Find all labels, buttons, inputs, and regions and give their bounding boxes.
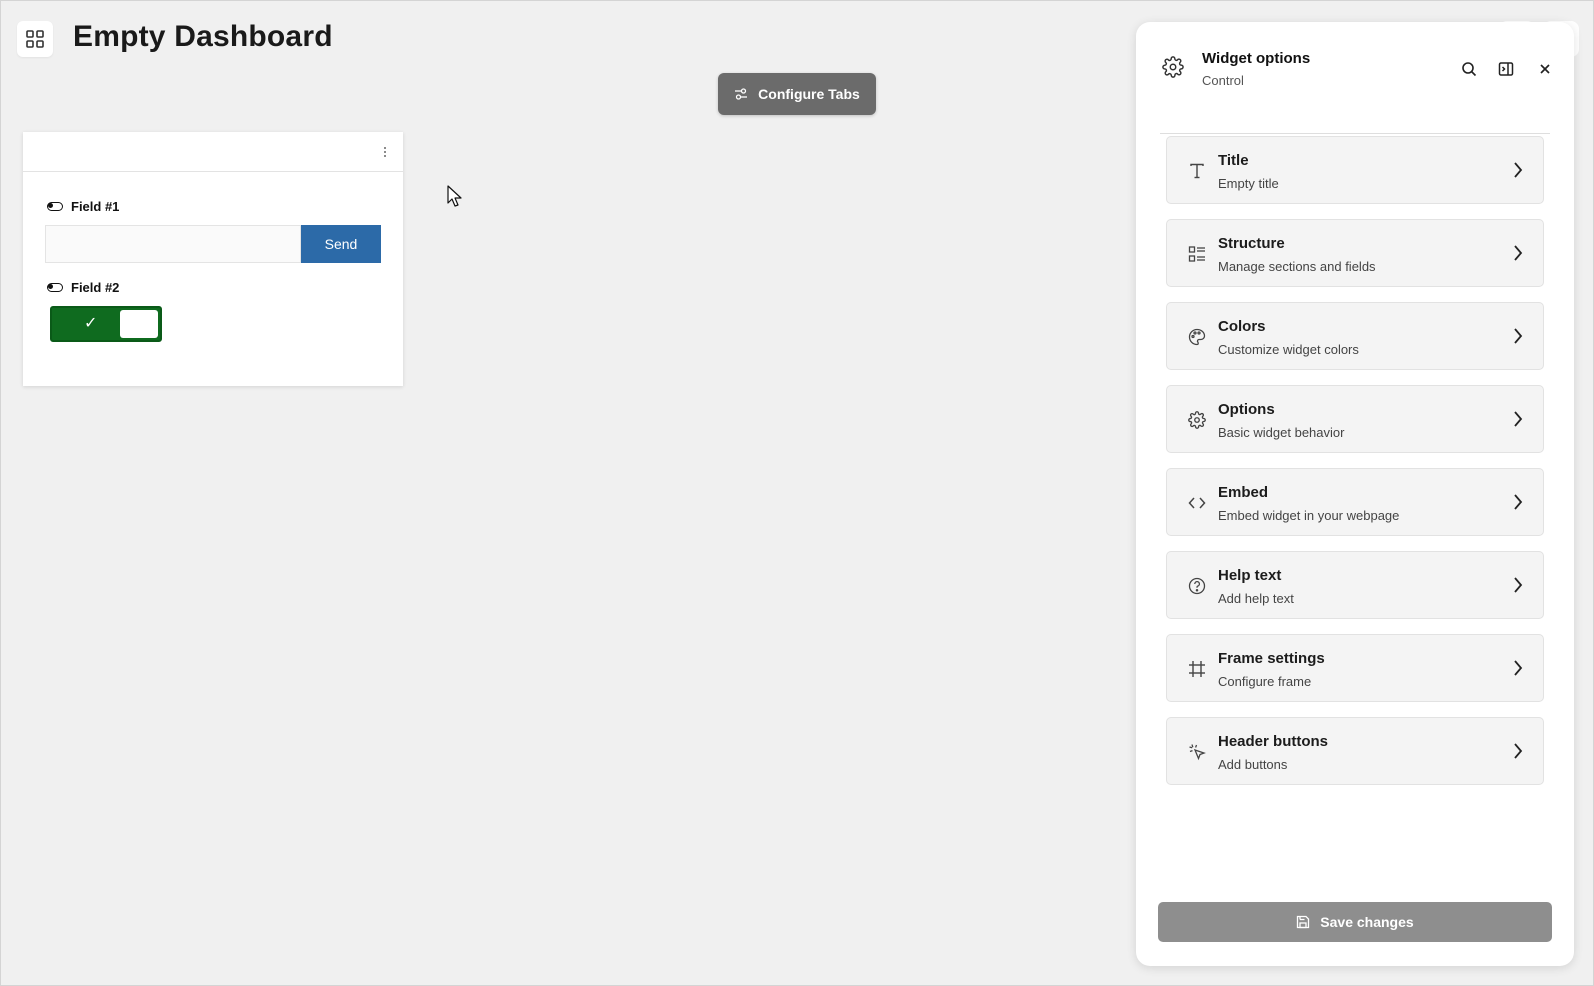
gear-icon	[1162, 56, 1184, 78]
menu-item-label: Header buttons	[1218, 733, 1329, 750]
control-widget: Field #1 Send Field #2 ✓	[23, 132, 403, 386]
page-title: Empty Dashboard	[73, 20, 333, 53]
save-icon	[1297, 915, 1310, 929]
field-1-label: Field #1	[47, 199, 119, 214]
menu-item-desc: Add buttons	[1218, 757, 1288, 772]
menu-item-embed[interactable]: Embed Embed widget in your webpage	[1166, 468, 1544, 536]
menu-item-label: Options	[1218, 401, 1275, 418]
configure-tabs-label: Configure Tabs	[758, 86, 860, 102]
field-1-input[interactable]	[45, 225, 301, 263]
panel-subtitle: Control	[1202, 73, 1244, 88]
field-2-label: Field #2	[47, 280, 119, 295]
close-icon[interactable]	[1534, 58, 1556, 80]
menu-item-desc: Embed widget in your webpage	[1218, 508, 1400, 523]
field-1-label-text: Field #1	[71, 199, 120, 214]
menu-item-label: Colors	[1218, 318, 1266, 335]
menu-item-header-buttons[interactable]: Header buttons Add buttons	[1166, 717, 1544, 785]
menu-item-label: Structure	[1218, 235, 1285, 252]
panel-title: Widget options	[1202, 50, 1311, 67]
field-2-label-text: Field #2	[71, 280, 120, 295]
menu-item-label: Title	[1218, 152, 1249, 169]
toggle-icon	[47, 202, 63, 211]
search-icon[interactable]	[1458, 58, 1480, 80]
save-changes-label: Save changes	[1320, 914, 1414, 930]
chevron-right-icon	[1514, 494, 1523, 510]
switch-knob	[120, 310, 158, 338]
structure-icon	[1187, 244, 1207, 264]
chevron-right-icon	[1514, 577, 1523, 593]
menu-item-colors[interactable]: Colors Customize widget colors	[1166, 302, 1544, 370]
widget-options-panel: Widget options Control Title Empty title…	[1136, 22, 1574, 966]
save-changes-button[interactable]: Save changes	[1158, 902, 1552, 942]
chevron-right-icon	[1514, 660, 1523, 676]
frame-icon	[1187, 659, 1207, 679]
mouse-cursor-icon	[447, 185, 462, 207]
menu-item-structure[interactable]: Structure Manage sections and fields	[1166, 219, 1544, 287]
chevron-right-icon	[1514, 743, 1523, 759]
menu-item-frame-settings[interactable]: Frame settings Configure frame	[1166, 634, 1544, 702]
type-icon	[1187, 161, 1207, 181]
menu-item-desc: Configure frame	[1218, 674, 1312, 689]
grid-icon	[26, 30, 44, 48]
apps-menu-button[interactable]	[17, 21, 53, 57]
menu-item-desc: Basic widget behavior	[1218, 425, 1345, 440]
chevron-right-icon	[1514, 162, 1523, 178]
send-button[interactable]: Send	[301, 225, 381, 263]
chevron-right-icon	[1514, 411, 1523, 427]
toggle-icon	[47, 283, 63, 292]
check-icon: ✓	[84, 315, 98, 332]
help-circle-icon	[1187, 576, 1207, 596]
gear-icon	[1187, 410, 1207, 430]
menu-item-desc: Customize widget colors	[1218, 342, 1359, 357]
chevron-right-icon	[1514, 245, 1523, 261]
code-icon	[1187, 493, 1207, 513]
dock-panel-icon[interactable]	[1495, 58, 1517, 80]
widget-header	[23, 132, 403, 172]
menu-item-options[interactable]: Options Basic widget behavior	[1166, 385, 1544, 453]
chevron-right-icon	[1514, 328, 1523, 344]
pointer-click-icon	[1187, 742, 1207, 762]
menu-item-desc: Empty title	[1218, 176, 1279, 191]
menu-item-desc: Add help text	[1218, 591, 1294, 606]
more-vertical-icon[interactable]	[381, 144, 389, 160]
configure-tabs-button[interactable]: Configure Tabs	[718, 73, 876, 115]
menu-item-title[interactable]: Title Empty title	[1166, 136, 1544, 204]
field-2-switch[interactable]: ✓	[50, 306, 162, 342]
menu-item-desc: Manage sections and fields	[1218, 259, 1376, 274]
palette-icon	[1187, 327, 1207, 347]
panel-header: Widget options Control	[1160, 44, 1550, 134]
menu-item-label: Frame settings	[1218, 650, 1325, 667]
menu-item-label: Embed	[1218, 484, 1269, 501]
sliders-icon	[735, 88, 748, 100]
menu-item-help-text[interactable]: Help text Add help text	[1166, 551, 1544, 619]
menu-item-label: Help text	[1218, 567, 1282, 584]
